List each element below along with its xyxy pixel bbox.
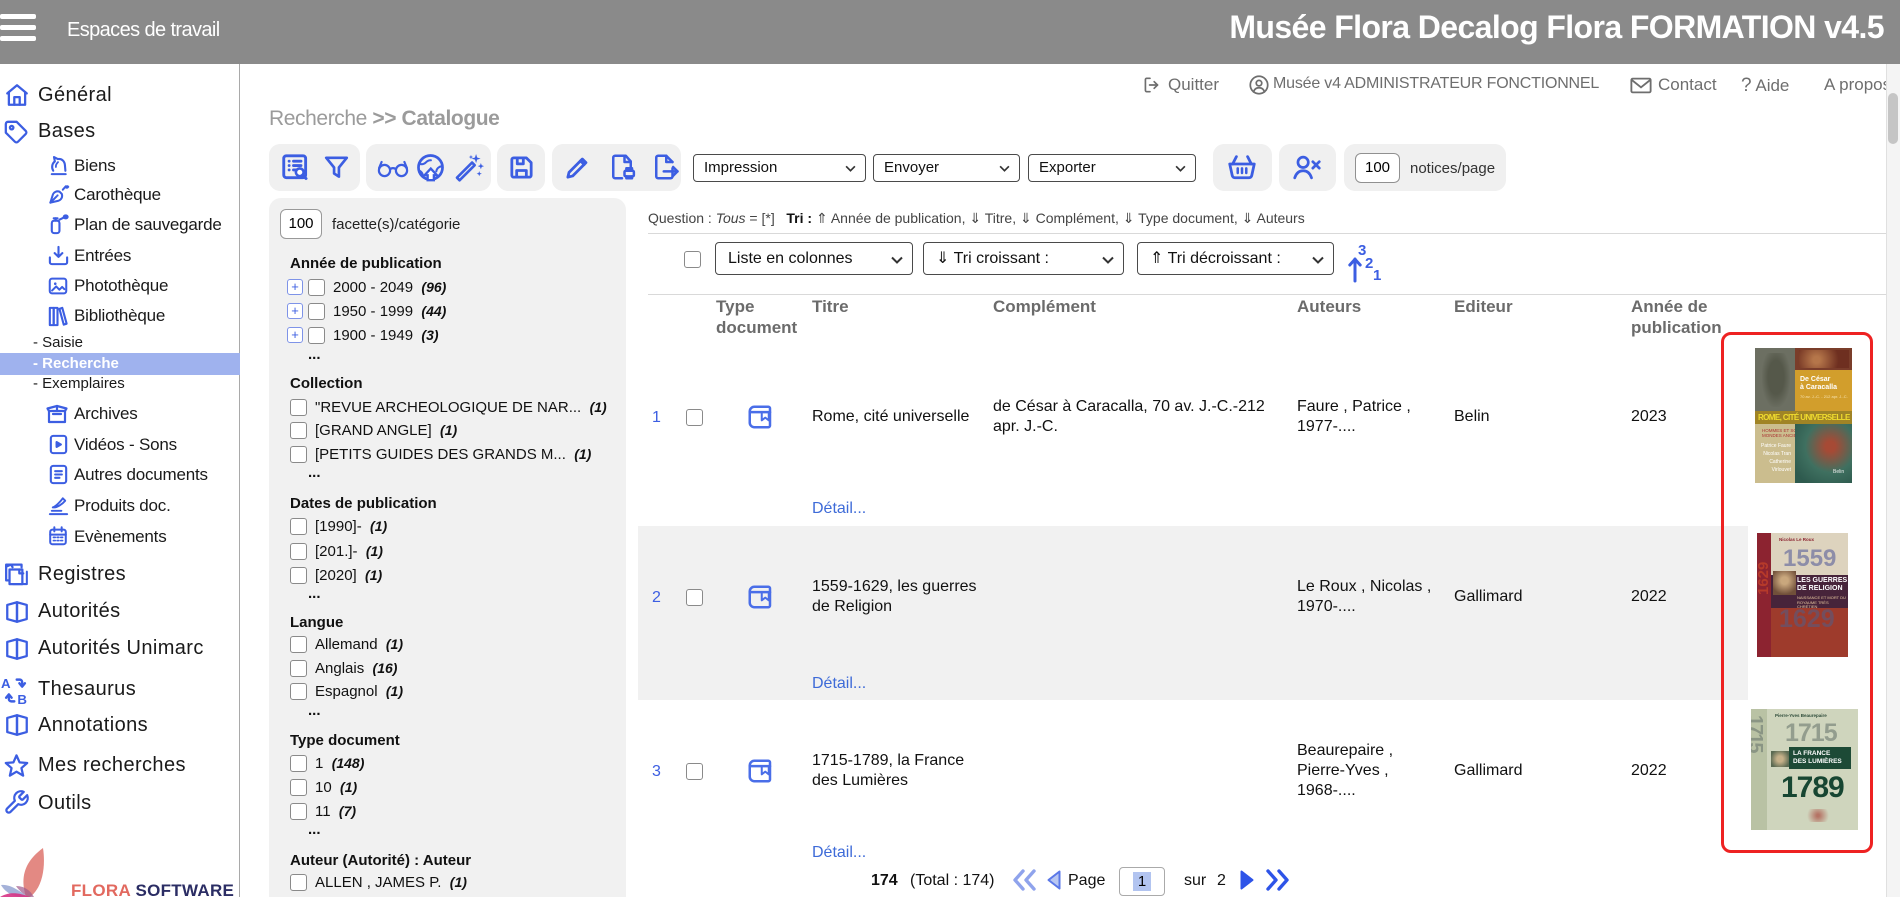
svg-text:1: 1 (1373, 267, 1381, 284)
svg-text:A: A (1, 676, 11, 691)
svg-text:B: B (17, 692, 27, 705)
